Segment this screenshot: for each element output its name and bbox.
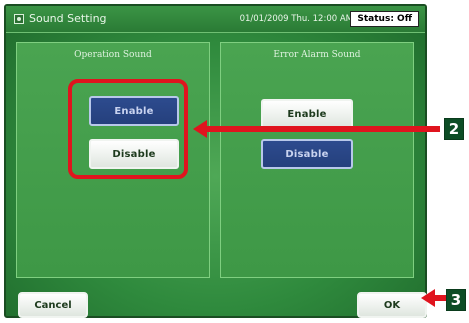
window-title: Sound Setting	[14, 12, 107, 25]
window-title-text: Sound Setting	[29, 12, 107, 25]
callout-arrow-head-2	[193, 120, 207, 138]
cancel-button[interactable]: Cancel	[18, 292, 88, 318]
ok-button[interactable]: OK	[357, 292, 427, 318]
date-time-display: 01/01/2009 Thu. 12:00 AM	[239, 14, 353, 24]
callout-arrow-line-2	[204, 126, 440, 132]
callout-arrow-head-3	[421, 289, 435, 307]
selection-highlight-box	[68, 79, 188, 179]
status-badge: Status: Off	[350, 11, 419, 27]
callout-marker-2: 2	[444, 118, 464, 140]
speaker-icon	[14, 13, 24, 24]
error-alarm-sound-label: Error Alarm Sound	[273, 50, 361, 60]
error-enable-button[interactable]: Enable	[261, 99, 353, 129]
title-bar: Sound Setting 01/01/2009 Thu. 12:00 AM S…	[6, 6, 425, 33]
callout-marker-3: 3	[446, 289, 466, 311]
operation-sound-label: Operation Sound	[74, 50, 152, 60]
error-alarm-sound-panel: Error Alarm Sound Enable Disable	[220, 42, 414, 278]
error-disable-button[interactable]: Disable	[261, 139, 353, 169]
